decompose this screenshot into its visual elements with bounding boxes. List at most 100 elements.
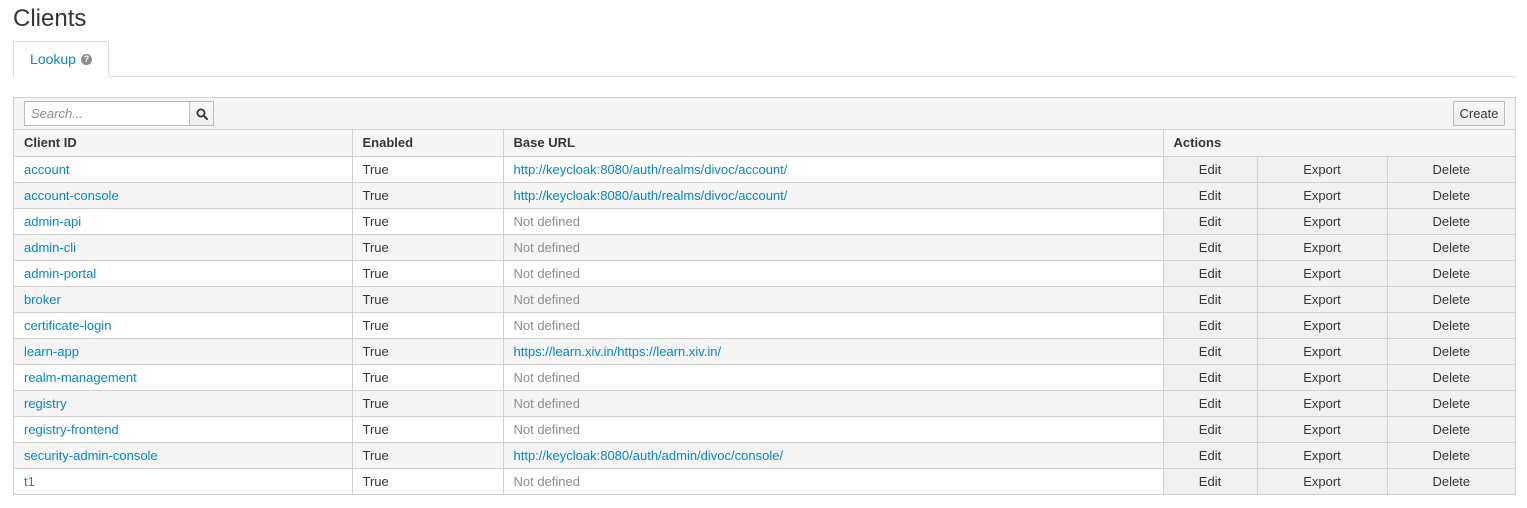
base-url-cell: http://keycloak:8080/auth/admin/divoc/co…	[503, 442, 1164, 469]
enabled-cell: True	[352, 234, 504, 261]
client-id-cell: admin-cli	[14, 234, 353, 261]
client-id-link[interactable]: t1	[24, 474, 35, 489]
table-row: t1 True Not defined Edit Export Delete	[14, 468, 1516, 494]
base-url-undefined: Not defined	[513, 239, 581, 255]
edit-action[interactable]: Edit	[1163, 234, 1258, 261]
client-id-link[interactable]: broker	[24, 292, 61, 307]
base-url-cell: Not defined	[503, 286, 1164, 313]
export-action[interactable]: Export	[1257, 338, 1388, 365]
base-url-link[interactable]: http://keycloak:8080/auth/realms/divoc/a…	[514, 188, 788, 203]
delete-action[interactable]: Delete	[1387, 442, 1516, 469]
export-action[interactable]: Export	[1257, 390, 1388, 417]
base-url-link[interactable]: https://learn.xiv.in/https://learn.xiv.i…	[514, 344, 722, 359]
client-id-cell: registry-frontend	[14, 416, 353, 443]
table-row: admin-api True Not defined Edit Export Delete	[14, 208, 1516, 235]
base-url-cell: Not defined	[503, 234, 1164, 261]
client-id-link[interactable]: learn-app	[24, 344, 79, 359]
base-url-undefined: Not defined	[513, 421, 581, 437]
clients-table-panel: Create Client ID Enabled Base URL Action…	[13, 97, 1516, 495]
export-action[interactable]: Export	[1257, 312, 1388, 339]
edit-action[interactable]: Edit	[1163, 390, 1258, 417]
delete-action[interactable]: Delete	[1387, 364, 1516, 391]
table-row: broker True Not defined Edit Export Delete	[14, 286, 1516, 313]
table-row: registry True Not defined Edit Export Delete	[14, 390, 1516, 417]
edit-action[interactable]: Edit	[1163, 208, 1258, 235]
client-id-link[interactable]: account	[24, 162, 70, 177]
base-url-undefined: Not defined	[513, 473, 581, 489]
base-url-cell: Not defined	[503, 416, 1164, 443]
enabled-cell: True	[352, 338, 504, 365]
base-url-link[interactable]: http://keycloak:8080/auth/admin/divoc/co…	[514, 448, 784, 463]
base-url-undefined: Not defined	[513, 369, 581, 385]
export-action[interactable]: Export	[1257, 156, 1388, 183]
base-url-cell: https://learn.xiv.in/https://learn.xiv.i…	[503, 338, 1164, 365]
delete-action[interactable]: Delete	[1387, 208, 1516, 235]
export-action[interactable]: Export	[1257, 364, 1388, 391]
edit-action[interactable]: Edit	[1163, 260, 1258, 287]
export-action[interactable]: Export	[1257, 182, 1388, 209]
export-action[interactable]: Export	[1257, 208, 1388, 235]
edit-action[interactable]: Edit	[1163, 312, 1258, 339]
client-id-link[interactable]: certificate-login	[24, 318, 111, 333]
export-action[interactable]: Export	[1257, 234, 1388, 261]
client-id-link[interactable]: account-console	[24, 188, 119, 203]
column-header-actions: Actions	[1163, 130, 1516, 157]
base-url-link[interactable]: http://keycloak:8080/auth/realms/divoc/a…	[514, 162, 788, 177]
delete-action[interactable]: Delete	[1387, 338, 1516, 365]
client-id-link[interactable]: admin-portal	[24, 266, 96, 281]
search-button[interactable]	[189, 101, 214, 126]
client-id-link[interactable]: admin-cli	[24, 240, 76, 255]
help-icon[interactable]: ?	[80, 53, 92, 65]
edit-action[interactable]: Edit	[1163, 156, 1258, 183]
tab-lookup[interactable]: Lookup ?	[13, 41, 109, 77]
column-header-enabled[interactable]: Enabled	[352, 130, 504, 157]
table-toolbar: Create	[14, 98, 1515, 130]
edit-action[interactable]: Edit	[1163, 338, 1258, 365]
client-id-cell: certificate-login	[14, 312, 353, 339]
client-id-cell: admin-portal	[14, 260, 353, 287]
delete-action[interactable]: Delete	[1387, 416, 1516, 443]
enabled-cell: True	[352, 286, 504, 313]
export-action[interactable]: Export	[1257, 468, 1388, 494]
table-row: admin-cli True Not defined Edit Export Delete	[14, 234, 1516, 261]
edit-action[interactable]: Edit	[1163, 182, 1258, 209]
column-header-client-id[interactable]: Client ID	[14, 130, 353, 157]
delete-action[interactable]: Delete	[1387, 156, 1516, 183]
edit-action[interactable]: Edit	[1163, 468, 1258, 494]
delete-action[interactable]: Delete	[1387, 468, 1516, 494]
delete-action[interactable]: Delete	[1387, 286, 1516, 313]
search-group	[24, 101, 214, 126]
client-id-link[interactable]: registry	[24, 396, 67, 411]
edit-action[interactable]: Edit	[1163, 442, 1258, 469]
base-url-cell: Not defined	[503, 390, 1164, 417]
delete-action[interactable]: Delete	[1387, 182, 1516, 209]
enabled-cell: True	[352, 156, 504, 183]
export-action[interactable]: Export	[1257, 260, 1388, 287]
delete-action[interactable]: Delete	[1387, 390, 1516, 417]
enabled-cell: True	[352, 312, 504, 339]
tab-lookup-label: Lookup	[30, 51, 76, 67]
client-id-link[interactable]: security-admin-console	[24, 448, 158, 463]
client-id-link[interactable]: registry-frontend	[24, 422, 119, 437]
base-url-undefined: Not defined	[513, 291, 581, 307]
export-action[interactable]: Export	[1257, 286, 1388, 313]
client-id-link[interactable]: admin-api	[24, 214, 81, 229]
enabled-cell: True	[352, 416, 504, 443]
client-id-link[interactable]: realm-management	[24, 370, 137, 385]
column-header-base-url[interactable]: Base URL	[503, 130, 1164, 157]
export-action[interactable]: Export	[1257, 416, 1388, 443]
search-input[interactable]	[24, 101, 189, 126]
edit-action[interactable]: Edit	[1163, 416, 1258, 443]
base-url-cell: http://keycloak:8080/auth/realms/divoc/a…	[503, 182, 1164, 209]
delete-action[interactable]: Delete	[1387, 234, 1516, 261]
delete-action[interactable]: Delete	[1387, 260, 1516, 287]
create-button[interactable]: Create	[1453, 101, 1505, 126]
client-id-cell: registry	[14, 390, 353, 417]
export-action[interactable]: Export	[1257, 442, 1388, 469]
delete-action[interactable]: Delete	[1387, 312, 1516, 339]
edit-action[interactable]: Edit	[1163, 364, 1258, 391]
enabled-cell: True	[352, 442, 504, 469]
edit-action[interactable]: Edit	[1163, 286, 1258, 313]
enabled-cell: True	[352, 364, 504, 391]
client-id-cell: realm-management	[14, 364, 353, 391]
